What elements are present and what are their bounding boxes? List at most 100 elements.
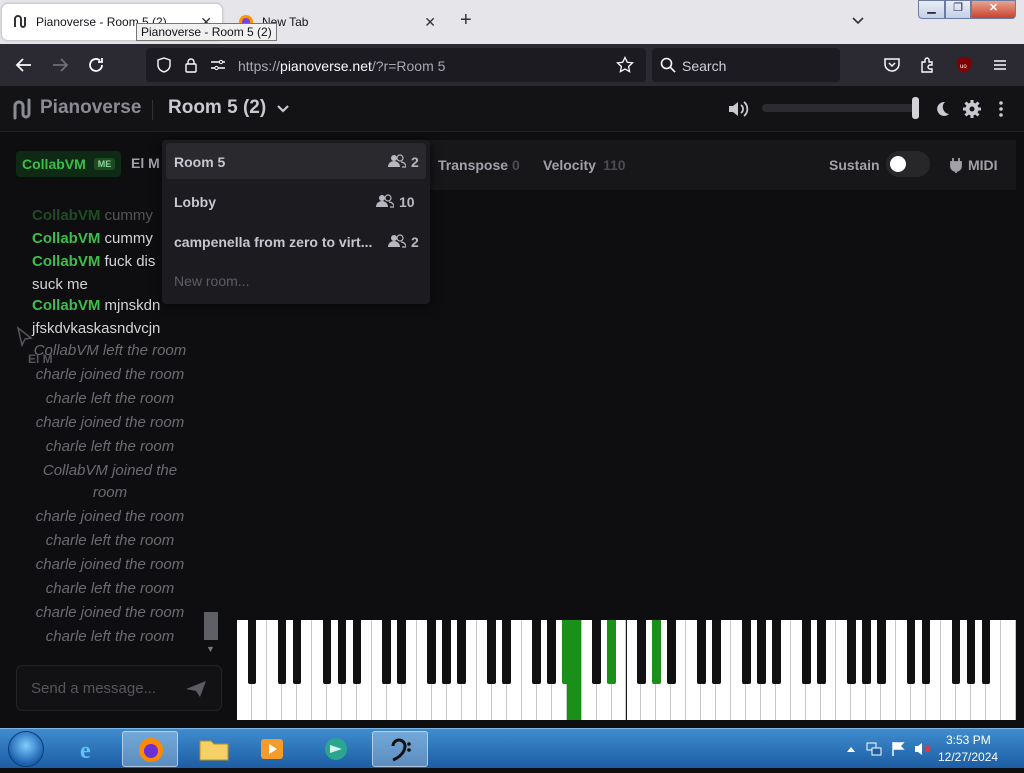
black-key[interactable] — [457, 620, 467, 684]
volume-slider-thumb[interactable] — [912, 97, 919, 119]
black-key[interactable] — [876, 620, 886, 684]
transpose-label[interactable]: Transpose — [438, 157, 508, 173]
window-minimize-button[interactable]: ▁ — [918, 0, 945, 19]
black-key[interactable] — [337, 620, 347, 684]
send-icon[interactable] — [185, 679, 207, 699]
black-key[interactable] — [816, 620, 826, 684]
taskbar-bass-clef-app[interactable] — [372, 731, 428, 767]
black-key[interactable] — [667, 620, 676, 684]
new-room-input[interactable]: New room... — [174, 273, 249, 289]
black-key[interactable] — [966, 620, 976, 684]
sustain-toggle-knob[interactable] — [890, 156, 906, 172]
window-close-button[interactable]: ✕ — [971, 0, 1016, 19]
black-key[interactable] — [861, 620, 871, 684]
taskbar-file-explorer[interactable] — [186, 731, 242, 767]
tracking-shield-icon[interactable] — [156, 57, 172, 73]
hamburger-menu-icon[interactable] — [991, 56, 1009, 74]
black-key[interactable] — [607, 620, 616, 684]
black-key[interactable] — [247, 620, 257, 684]
action-center-flag-icon[interactable] — [890, 741, 906, 757]
black-key[interactable] — [547, 620, 556, 684]
black-key[interactable] — [742, 620, 751, 684]
window-restore-button[interactable]: ❐ — [945, 0, 971, 19]
black-key[interactable] — [502, 620, 511, 684]
show-hidden-icons-icon[interactable] — [846, 745, 856, 753]
black-key[interactable] — [322, 620, 332, 684]
permissions-icon[interactable] — [210, 58, 226, 72]
black-key[interactable] — [637, 620, 646, 684]
black-key[interactable] — [562, 620, 571, 684]
tab-label: New Tab — [262, 15, 309, 29]
extensions-puzzle-icon[interactable] — [919, 56, 937, 74]
black-key[interactable] — [397, 620, 407, 684]
forward-arrow-icon[interactable] — [51, 56, 69, 74]
black-key[interactable] — [951, 620, 961, 684]
velocity-label[interactable]: Velocity — [543, 157, 596, 173]
black-key[interactable] — [442, 620, 452, 684]
piano-keyboard[interactable] — [237, 620, 1016, 720]
url-text[interactable]: https://pianoverse.net/?r=Room 5 — [238, 58, 445, 74]
room-menu-item[interactable]: Room 5 2 — [166, 143, 426, 179]
black-key[interactable] — [846, 620, 856, 684]
black-key[interactable] — [652, 620, 661, 684]
ublock-origin-icon[interactable]: uo — [955, 56, 973, 74]
room-user-count: 10 — [399, 194, 415, 210]
taskbar-internet-explorer[interactable]: e — [62, 731, 118, 767]
user-chip-self[interactable]: CollabVM ME — [16, 151, 122, 177]
black-key[interactable] — [906, 620, 916, 684]
scroll-down-arrow-icon[interactable]: ▼ — [206, 644, 215, 654]
close-tab-icon[interactable]: ✕ — [424, 14, 436, 31]
volume-muted-icon[interactable] — [914, 741, 932, 757]
room-menu-item[interactable]: campenella from zero to virt... 2 — [166, 223, 426, 259]
reload-icon[interactable] — [87, 56, 105, 74]
network-icon[interactable] — [866, 741, 882, 757]
black-key[interactable] — [712, 620, 721, 684]
taskbar-firefox[interactable] — [122, 731, 178, 767]
room-menu-item[interactable]: Lobby 10 — [166, 183, 426, 219]
user-chip[interactable]: El M — [131, 155, 160, 171]
black-key[interactable] — [382, 620, 392, 684]
clock-date[interactable]: 12/27/2024 — [938, 750, 998, 764]
taskbar-media-player[interactable] — [244, 731, 300, 767]
room-selector[interactable]: Room 5 (2) — [168, 86, 294, 132]
taskbar-app[interactable] — [308, 731, 364, 767]
clock-time[interactable]: 3:53 PM — [946, 733, 991, 747]
bookmark-star-icon[interactable] — [616, 56, 634, 74]
black-key[interactable] — [487, 620, 497, 684]
black-key[interactable] — [427, 620, 437, 684]
black-key[interactable] — [981, 620, 991, 684]
pocket-icon[interactable] — [883, 56, 901, 74]
black-key[interactable] — [801, 620, 811, 684]
back-arrow-icon[interactable] — [15, 56, 33, 74]
lock-icon[interactable] — [184, 57, 198, 73]
black-key[interactable] — [292, 620, 302, 684]
black-key[interactable] — [771, 620, 781, 684]
midi-plug-icon[interactable] — [950, 157, 962, 173]
black-key[interactable] — [532, 620, 541, 684]
black-key[interactable] — [756, 620, 766, 684]
new-tab-button[interactable]: + — [460, 10, 472, 30]
velocity-value[interactable]: 110 — [603, 157, 626, 173]
midi-label[interactable]: MIDI — [968, 157, 998, 173]
list-all-tabs-chevron-icon[interactable] — [850, 12, 866, 28]
black-key[interactable] — [352, 620, 362, 684]
more-vertical-icon[interactable] — [996, 100, 1006, 118]
system-message: charle joined the room — [35, 604, 185, 621]
dark-mode-moon-icon[interactable] — [934, 100, 950, 118]
volume-icon[interactable] — [727, 99, 749, 119]
start-button[interactable] — [8, 731, 44, 767]
white-key[interactable] — [1001, 620, 1016, 720]
volume-slider[interactable] — [762, 104, 918, 112]
chat-message-input[interactable]: Send a message... — [16, 665, 222, 711]
settings-gear-icon[interactable] — [962, 99, 982, 119]
black-key[interactable] — [277, 620, 287, 684]
chat-input-placeholder: Send a message... — [31, 680, 157, 697]
black-key[interactable] — [592, 620, 601, 684]
chat-scrollbar-thumb[interactable] — [204, 612, 218, 640]
black-key[interactable] — [921, 620, 931, 684]
url-bar[interactable]: https://pianoverse.net/?r=Room 5 — [146, 48, 646, 82]
black-key[interactable] — [697, 620, 706, 684]
transpose-value[interactable]: 0 — [512, 157, 520, 173]
search-box[interactable]: Search — [652, 48, 840, 82]
chat-author: CollabVM — [32, 207, 101, 224]
